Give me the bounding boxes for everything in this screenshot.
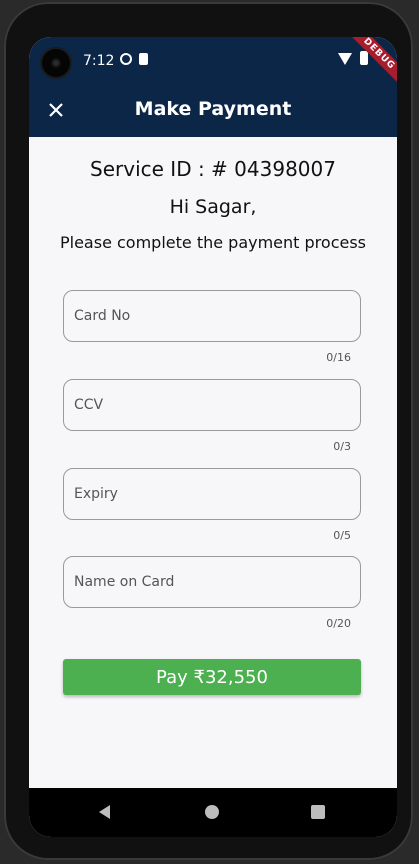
- ccv-input[interactable]: [64, 380, 360, 430]
- wifi-icon: [338, 53, 352, 65]
- phone-frame: 7:12 DEBUG Make Payment Service ID : # 0…: [4, 2, 413, 860]
- ccv-field[interactable]: [63, 379, 361, 431]
- greeting-text: Hi Sagar,: [169, 196, 257, 218]
- screen: 7:12 DEBUG Make Payment Service ID : # 0…: [29, 37, 397, 837]
- home-icon[interactable]: [205, 805, 219, 819]
- recents-icon[interactable]: [311, 805, 325, 819]
- name-on-card-counter: 0/20: [326, 617, 351, 630]
- expiry-input[interactable]: [64, 469, 360, 519]
- app-bar: Make Payment: [29, 83, 397, 137]
- ccv-counter: 0/3: [333, 440, 351, 453]
- pay-button[interactable]: Pay ₹32,550: [63, 659, 361, 695]
- back-icon[interactable]: [99, 805, 110, 819]
- navigation-bar: [29, 788, 397, 837]
- card-number-counter: 0/16: [326, 351, 351, 364]
- sim-card-icon: [139, 53, 148, 65]
- instruction-text: Please complete the payment process: [59, 233, 366, 252]
- expiry-field[interactable]: [63, 468, 361, 520]
- name-on-card-field[interactable]: [63, 556, 361, 608]
- page-title: Make Payment: [134, 98, 292, 120]
- notification-icon: [120, 53, 132, 65]
- card-number-field[interactable]: [63, 290, 361, 342]
- service-id-label: Service ID : # 04398007: [90, 157, 336, 181]
- status-bar: 7:12 DEBUG: [29, 37, 397, 91]
- status-time: 7:12: [83, 53, 115, 69]
- camera-icon: [42, 49, 70, 77]
- expiry-counter: 0/5: [333, 529, 351, 542]
- battery-icon: [360, 51, 368, 65]
- name-on-card-input[interactable]: [64, 557, 360, 607]
- card-number-input[interactable]: [64, 291, 360, 341]
